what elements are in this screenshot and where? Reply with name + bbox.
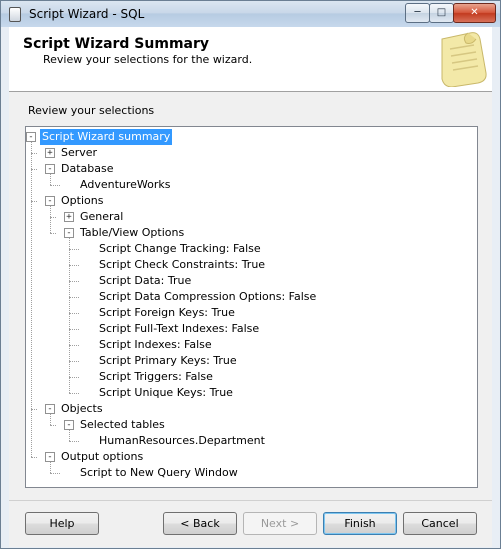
tree-connector xyxy=(69,377,79,378)
tree-node-label: Selected tables xyxy=(80,418,165,431)
tree-connector xyxy=(50,462,51,473)
tree-node-label: Script Triggers: False xyxy=(99,370,213,383)
tree-node-label: Table/View Options xyxy=(80,226,185,239)
tree-node-label: AdventureWorks xyxy=(80,178,171,191)
expand-icon[interactable]: + xyxy=(64,212,74,222)
tree-node-label: Script Unique Keys: True xyxy=(99,386,233,399)
tree-connector xyxy=(31,457,37,458)
back-button[interactable]: < Back xyxy=(163,512,237,535)
page-title: Script Wizard Summary xyxy=(23,36,210,52)
collapse-icon[interactable]: - xyxy=(45,452,55,462)
tree-connector xyxy=(69,329,79,330)
tree-connector xyxy=(50,185,60,186)
tree-node-label: Server xyxy=(61,146,98,159)
tree-connector xyxy=(69,238,70,393)
cancel-button[interactable]: Cancel xyxy=(403,512,477,535)
wizard-body: Review your selections - Script Wizard su… xyxy=(9,92,492,500)
tree-connector xyxy=(69,393,79,394)
next-button[interactable]: Next > xyxy=(243,512,317,535)
collapse-icon[interactable]: - xyxy=(64,228,74,238)
help-button[interactable]: Help xyxy=(25,512,99,535)
scroll-icon xyxy=(441,32,487,87)
title-bar[interactable]: Script Wizard - SQL ─ □ ✕ xyxy=(1,1,500,27)
tree-connector xyxy=(69,345,79,346)
finish-button[interactable]: Finish xyxy=(323,512,397,535)
tree-connector xyxy=(69,361,79,362)
tree-node-label: Script Check Constraints: True xyxy=(99,258,266,271)
tree-connector xyxy=(31,142,32,457)
tree-connector xyxy=(50,473,60,474)
close-button[interactable]: ✕ xyxy=(453,3,496,23)
tree-node-label: Script Change Tracking: False xyxy=(99,242,261,255)
expand-icon[interactable]: + xyxy=(45,148,55,158)
tree-node-label: Database xyxy=(61,162,114,175)
tree-connector xyxy=(50,174,51,185)
tree-node-label: Script Wizard summary xyxy=(40,129,173,145)
window-title: Script Wizard - SQL xyxy=(29,7,145,21)
tree-connector xyxy=(69,281,79,282)
tree-node-label: Script Primary Keys: True xyxy=(99,354,237,367)
summary-tree[interactable]: - Script Wizard summary + Server - Database Ad… xyxy=(25,126,478,488)
tree-connector xyxy=(50,425,56,426)
tree-connector xyxy=(69,441,79,442)
tree-node-label: Script Full-Text Indexes: False xyxy=(99,322,260,335)
tree-node-label: Script Indexes: False xyxy=(99,338,212,351)
tree-node-label: General xyxy=(80,210,124,223)
review-label: Review your selections xyxy=(28,104,155,117)
tree-node-label: Options xyxy=(61,194,104,207)
tree-connector xyxy=(69,313,79,314)
maximize-button[interactable]: □ xyxy=(429,3,454,23)
tree-node-label: Script to New Query Window xyxy=(80,466,238,479)
tree-connector xyxy=(69,297,79,298)
collapse-icon[interactable]: - xyxy=(45,164,55,174)
tree-connector xyxy=(69,265,79,266)
tree-connector xyxy=(50,233,56,234)
script-wizard-window: Script Wizard - SQL ─ □ ✕ Script Wizard … xyxy=(0,0,501,549)
tree-node-label: Script Foreign Keys: True xyxy=(99,306,235,319)
collapse-icon[interactable]: - xyxy=(26,132,36,142)
tree-node-label: Output options xyxy=(61,450,144,463)
minimize-button[interactable]: ─ xyxy=(405,3,430,23)
tree-connector xyxy=(50,206,51,233)
tree-node-label: HumanResources.Department xyxy=(99,434,265,447)
tree-node-label: Objects xyxy=(61,402,103,415)
app-icon xyxy=(9,7,21,22)
tree-connector xyxy=(69,430,70,441)
button-bar: Help < Back Next > Finish Cancel xyxy=(9,500,492,547)
tree-connector xyxy=(69,249,79,250)
collapse-icon[interactable]: - xyxy=(45,196,55,206)
wizard-header: Script Wizard Summary Review your select… xyxy=(9,27,492,92)
collapse-icon[interactable]: - xyxy=(64,420,74,430)
tree-node-label: Script Data: True xyxy=(99,274,192,287)
tree-connector xyxy=(50,414,51,425)
tree-node-label: Script Data Compression Options: False xyxy=(99,290,317,303)
collapse-icon[interactable]: - xyxy=(45,404,55,414)
page-subtitle: Review your selections for the wizard. xyxy=(43,53,253,66)
